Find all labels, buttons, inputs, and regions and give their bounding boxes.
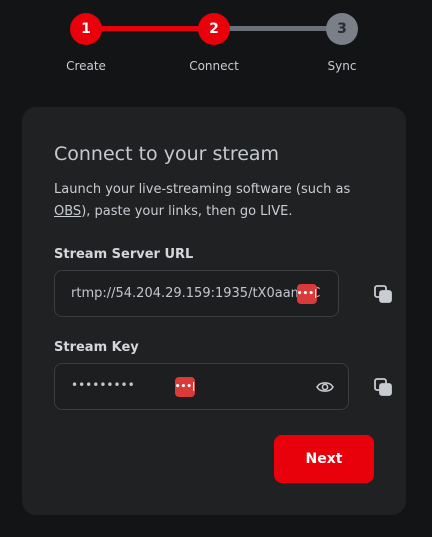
step-1-circle: 1 xyxy=(70,13,102,45)
card-description: Launch your live-streaming software (suc… xyxy=(54,179,384,223)
password-manager-icon[interactable]: •••| xyxy=(175,377,195,397)
stepper-line-pending xyxy=(214,26,342,31)
stream-key-input[interactable]: ••••••••• •••| xyxy=(54,363,349,410)
eye-icon[interactable] xyxy=(316,379,334,395)
connect-card: Connect to your stream Launch your live-… xyxy=(22,107,406,515)
next-button[interactable]: Next xyxy=(274,435,374,483)
description-text-end: ), paste your links, then go LIVE. xyxy=(81,204,293,219)
step-3-label: Sync xyxy=(327,59,357,73)
server-url-value[interactable]: rtmp://54.204.29.159:1935/tX0aamXC xyxy=(71,286,320,301)
server-url-input[interactable]: rtmp://54.204.29.159:1935/tX0aamXC •••| xyxy=(54,270,339,317)
obs-link[interactable]: OBS xyxy=(54,204,81,219)
copy-icon[interactable] xyxy=(373,284,393,304)
copy-icon[interactable] xyxy=(373,377,393,397)
description-text-start: Launch your live-streaming software (suc… xyxy=(54,182,351,197)
step-3-circle: 3 xyxy=(326,13,358,45)
step-2-circle: 2 xyxy=(198,13,230,45)
server-url-label: Stream Server URL xyxy=(54,247,194,262)
stream-key-label: Stream Key xyxy=(54,340,139,355)
card-title: Connect to your stream xyxy=(54,143,280,165)
password-manager-icon[interactable]: •••| xyxy=(297,284,317,304)
progress-stepper: 1 2 3 Create Connect Sync xyxy=(0,0,432,90)
page: 1 2 3 Create Connect Sync Connect to you… xyxy=(0,0,432,537)
step-1-label: Create xyxy=(66,59,106,73)
stepper-line-completed xyxy=(86,26,214,31)
step-2-label: Connect xyxy=(189,59,239,73)
stream-key-value[interactable]: ••••••••• xyxy=(71,378,135,392)
